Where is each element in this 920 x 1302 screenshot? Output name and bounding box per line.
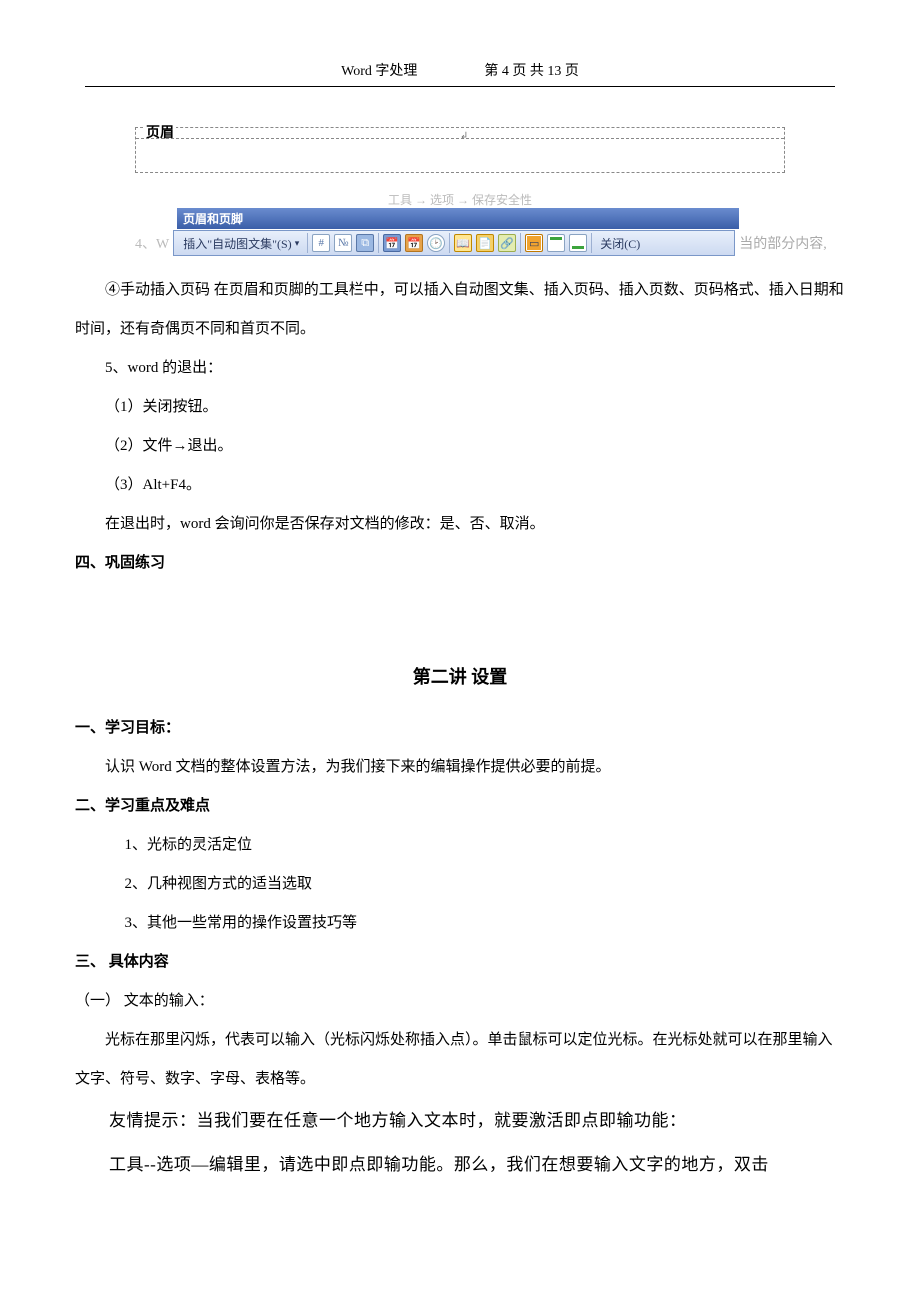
l2-s3-head: 三、 具体内容 — [75, 943, 845, 982]
insert-date-icon[interactable]: 📅 — [383, 234, 401, 252]
faded-menu-path: 工具 → 选项 → 保存安全性 — [75, 191, 845, 208]
switch-header-footer-icon[interactable]: ▭ — [525, 234, 543, 252]
l2-s3-sub: （一） 文本的输入： — [75, 982, 845, 1021]
page-number-format-icon[interactable]: ⧉ — [356, 234, 374, 252]
clock-icon[interactable]: 🕑 — [427, 234, 445, 252]
l2-s1-body: 认识 Word 文档的整体设置方法，为我们接下来的编辑操作提供必要的前提。 — [75, 748, 845, 787]
obscured-text-left: 4、W — [135, 233, 173, 253]
page-header: Word 字处理 第 4 页 共 13 页 — [85, 60, 835, 87]
l2-s2-3: 3、其他一些常用的操作设置技巧等 — [75, 904, 845, 943]
insert-autotext-button[interactable]: 插入"自动图文集"(S) — [178, 232, 304, 254]
insert-page-number-icon[interactable]: # — [312, 234, 330, 252]
link-previous-icon[interactable]: 🔗 — [498, 234, 516, 252]
page-info: 第 4 页 共 13 页 — [484, 64, 579, 79]
l2-s2-head: 二、学习重点及难点 — [75, 787, 845, 826]
lesson-2-title: 第二讲 设置 — [75, 663, 845, 689]
l2-s2-2: 2、几种视图方式的适当选取 — [75, 865, 845, 904]
header-footer-toolbar: 插入"自动图文集"(S) # № ⧉ 📅 📅 🕑 📖 📄 🔗 ▭ — [173, 230, 735, 256]
l2-s1-head: 一、学习目标： — [75, 709, 845, 748]
exit-item-2: （2）文件→退出。 — [75, 427, 845, 466]
exit-item-1: （1）关闭按钮。 — [75, 388, 845, 427]
close-toolbar-button[interactable]: 关闭(C) — [595, 232, 645, 254]
exit-item-3: （3）Alt+F4。 — [75, 466, 845, 505]
l2-hint-2: 工具--选项—编辑里，请选中即点即输功能。那么，我们在想要输入文字的地方，双击 — [75, 1143, 845, 1187]
exit-heading: 5、word 的退出： — [75, 349, 845, 388]
show-next-icon[interactable] — [569, 234, 587, 252]
l2-s2-1: 1、光标的灵活定位 — [75, 826, 845, 865]
paragraph-insert-pagenum: ④手动插入页码 在页眉和页脚的工具栏中，可以插入自动图文集、插入页码、插入页数、… — [75, 271, 845, 349]
header-editor-box: 页眉 ↲ — [135, 127, 785, 173]
insert-page-count-icon[interactable]: № — [334, 234, 352, 252]
show-hide-text-icon[interactable]: 📄 — [476, 234, 494, 252]
doc-title: Word 字处理 — [341, 64, 417, 79]
l2-hint-1: 友情提示：当我们要在任意一个地方输入文本时，就要激活即点即输功能： — [75, 1099, 845, 1143]
header-center-mark: ↲ — [460, 131, 468, 142]
section-4-heading: 四、巩固练习 — [75, 544, 845, 583]
obscured-text-right: 当的部分内容, — [735, 233, 827, 253]
toolbar-title[interactable]: 页眉和页脚 — [177, 208, 739, 229]
l2-s3-body: 光标在那里闪烁，代表可以输入（光标闪烁处称插入点）。单击鼠标可以定位光标。在光标… — [75, 1021, 845, 1099]
insert-time-icon[interactable]: 📅 — [405, 234, 423, 252]
page-setup-icon[interactable]: 📖 — [454, 234, 472, 252]
show-previous-icon[interactable] — [547, 234, 565, 252]
exit-note: 在退出时，word 会询问你是否保存对文档的修改：是、否、取消。 — [75, 505, 845, 544]
